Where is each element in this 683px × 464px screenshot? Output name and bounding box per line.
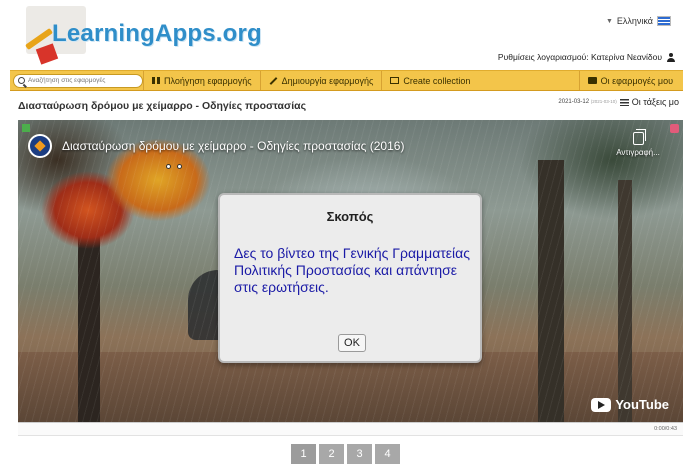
page-button-1[interactable]: 1 [291,444,316,464]
learningapps-logo[interactable]: LearningApps.org [16,6,262,68]
task-dialog: Σκοπός Δες το βίντεο της Γενικής Γραμματ… [218,193,482,363]
caret-down-icon: ▼ [605,17,613,25]
copy-label: Αντιγραφή... [616,148,660,157]
logo-text: LearningApps.org [52,20,262,47]
account-settings-link[interactable]: Ρυθμίσεις λογαριασμού: Κατερίνα Νεανίδου [498,52,675,62]
language-selector[interactable]: ▼ Ελληνικά [606,16,671,26]
search-box[interactable] [13,73,143,88]
video-time: 0:00/0:43 [654,426,677,432]
copy-link-button[interactable]: Αντιγραφή... [603,129,673,157]
page-meta: 2021-03-12 (2021-03-10) Οι τάξεις μο [558,97,679,107]
page-button-3[interactable]: 3 [347,444,372,464]
status-badge-icon [22,124,30,132]
date-secondary: (2021-03-10) [590,99,617,104]
search-input[interactable] [28,77,138,84]
nav-myapps-label: Οι εφαρμογές μου [600,75,673,86]
nav-create-label: Δημιουργία εφαρμογής [281,75,374,86]
account-label: Ρυθμίσεις λογαριασμού: Κατερίνα Νεανίδου [497,52,662,62]
nav-browse-apps[interactable]: Πλοήγηση εφαρμογής [143,71,260,90]
language-label: Ελληνικά [616,16,653,26]
pagination: 1 2 3 4 [291,444,400,464]
folder-icon [587,77,597,84]
copy-icon [632,129,646,145]
nav-my-apps[interactable]: Οι εφαρμογές μου [578,71,683,90]
page-button-2[interactable]: 2 [319,444,344,464]
nav-browse-label: Πλοήγηση εφαρμογής [164,75,252,86]
nav-collection-label: Create collection [403,75,471,86]
search-icon [18,77,25,84]
my-classes-link[interactable]: Οι τάξεις μο [632,97,679,107]
video-title[interactable]: Διασταύρωση δρόμου με χείμαρρο - Οδηγίες… [62,139,404,153]
video-controls-bar[interactable]: 0:00/0:43 [18,422,683,436]
learningapps-page: LearningApps.org ▼ Ελληνικά Ρυθμίσεις λο… [0,0,683,464]
date-value: 2021-03-12 [558,99,590,105]
page-date: 2021-03-12 (2021-03-10) [558,99,616,105]
nav-create-collection[interactable]: Create collection [381,71,478,90]
dialog-body: Δες το βίντεο της Γενικής Γραμματείας Πο… [234,245,471,295]
page-button-4[interactable]: 4 [375,444,400,464]
page-title: Διασταύρωση δρόμου με χείμαρρο - Οδηγίες… [18,100,307,112]
main-navbar: Πλοήγηση εφαρμογής Δημιουργία εφαρμογής … [10,70,683,91]
greek-flag-icon [657,16,671,26]
youtube-play-icon [591,397,612,412]
youtube-label: YouTube [615,397,669,412]
ok-button[interactable]: OK [338,334,366,352]
nav-create-app[interactable]: Δημιουργία εφαρμογής [259,71,382,90]
grid-icon [152,77,160,84]
youtube-logo[interactable]: YouTube [591,397,669,412]
pencil-icon [269,76,278,85]
user-icon [667,52,675,62]
list-icon [619,98,629,106]
dialog-title: Σκοπός [326,209,374,224]
channel-avatar-icon[interactable] [28,134,52,158]
collection-icon [390,77,400,84]
